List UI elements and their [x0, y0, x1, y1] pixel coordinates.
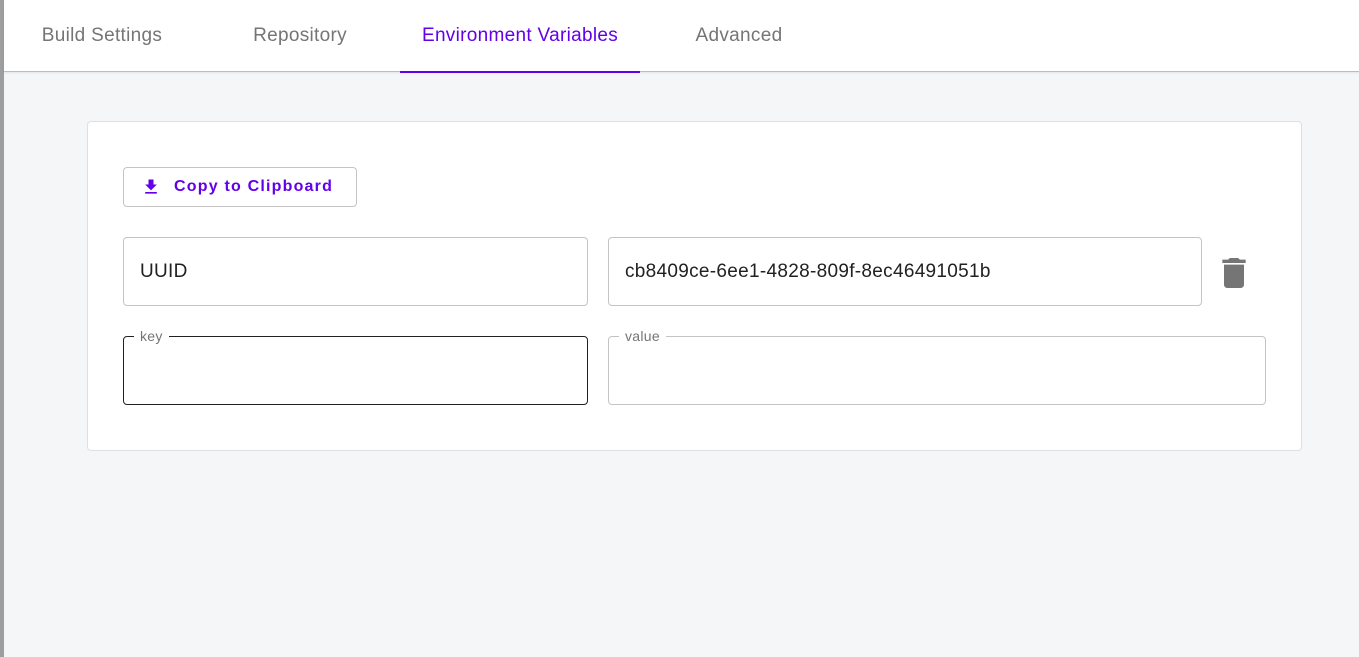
tab-environment-variables[interactable]: Environment Variables — [400, 0, 640, 73]
env-value-value: cb8409ce-6ee1-4828-809f-8ec46491051b — [625, 260, 991, 282]
env-value-input[interactable]: cb8409ce-6ee1-4828-809f-8ec46491051b — [608, 237, 1202, 306]
tab-bar: Build Settings Repository Environment Va… — [4, 0, 1359, 73]
new-key-input[interactable]: key — [123, 328, 588, 405]
env-key-input[interactable]: UUID — [123, 237, 588, 306]
env-key-value: UUID — [140, 260, 188, 282]
tab-repository[interactable]: Repository — [220, 0, 380, 72]
tab-build-settings[interactable]: Build Settings — [14, 0, 190, 72]
download-icon — [141, 177, 161, 197]
copy-to-clipboard-button[interactable]: Copy to Clipboard — [123, 167, 357, 207]
new-key-label: key — [134, 328, 169, 344]
env-vars-card: Copy to Clipboard UUID cb8409ce-6ee1-482… — [87, 121, 1302, 451]
new-value-label: value — [619, 328, 666, 344]
left-panel-edge — [0, 0, 4, 657]
new-value-input[interactable]: value — [608, 328, 1266, 405]
trash-icon[interactable] — [1221, 258, 1247, 288]
tab-advanced[interactable]: Advanced — [672, 0, 806, 72]
copy-button-label: Copy to Clipboard — [174, 178, 334, 195]
